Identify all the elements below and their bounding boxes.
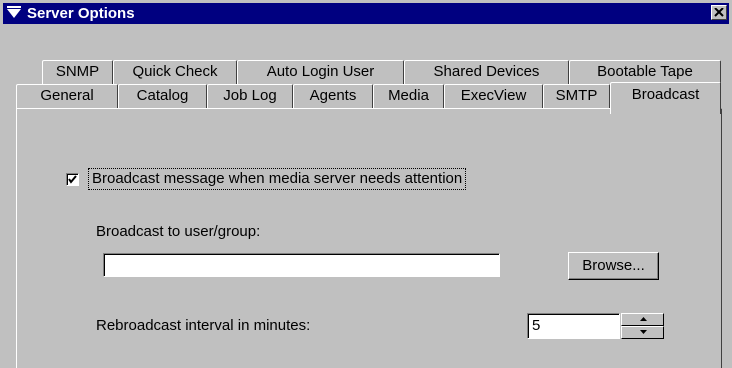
tab-bootable-tape[interactable]: Bootable Tape [569, 60, 721, 84]
interval-input[interactable]: 5 [527, 313, 620, 339]
user-group-input[interactable] [103, 253, 500, 277]
checkmark-icon [68, 175, 77, 184]
close-icon [714, 8, 724, 17]
tab-smtp[interactable]: SMTP [543, 84, 610, 108]
tab-agents[interactable]: Agents [293, 84, 373, 108]
close-button[interactable] [711, 5, 727, 20]
spin-up-button[interactable] [621, 313, 664, 326]
browse-button[interactable]: Browse... [568, 252, 659, 280]
funnel-icon [6, 6, 22, 20]
user-group-label: Broadcast to user/group: [96, 223, 261, 240]
title-bar[interactable]: Server Options [3, 3, 729, 24]
arrow-down-icon [640, 330, 647, 334]
broadcast-checkbox-label[interactable]: Broadcast message when media server need… [88, 168, 467, 190]
arrow-up-icon [640, 317, 647, 321]
interval-label: Rebroadcast interval in minutes: [96, 317, 311, 334]
tab-execview[interactable]: ExecView [444, 84, 543, 108]
tab-general[interactable]: General [16, 84, 118, 108]
spin-down-button[interactable] [621, 326, 664, 339]
tab-shared-devices[interactable]: Shared Devices [404, 60, 569, 84]
tab-catalog[interactable]: Catalog [118, 84, 207, 108]
tab-snmp[interactable]: SNMP [42, 60, 113, 84]
tab-broadcast[interactable]: Broadcast [610, 82, 721, 114]
tab-media[interactable]: Media [373, 84, 444, 108]
server-options-dialog: Server Options SNMP Quick Check Auto Log… [0, 0, 732, 368]
tab-quick-check[interactable]: Quick Check [113, 60, 237, 84]
tab-auto-login-user[interactable]: Auto Login User [237, 60, 404, 84]
broadcast-checkbox[interactable] [66, 173, 79, 186]
tab-job-log[interactable]: Job Log [207, 84, 293, 108]
window-title: Server Options [27, 5, 135, 22]
